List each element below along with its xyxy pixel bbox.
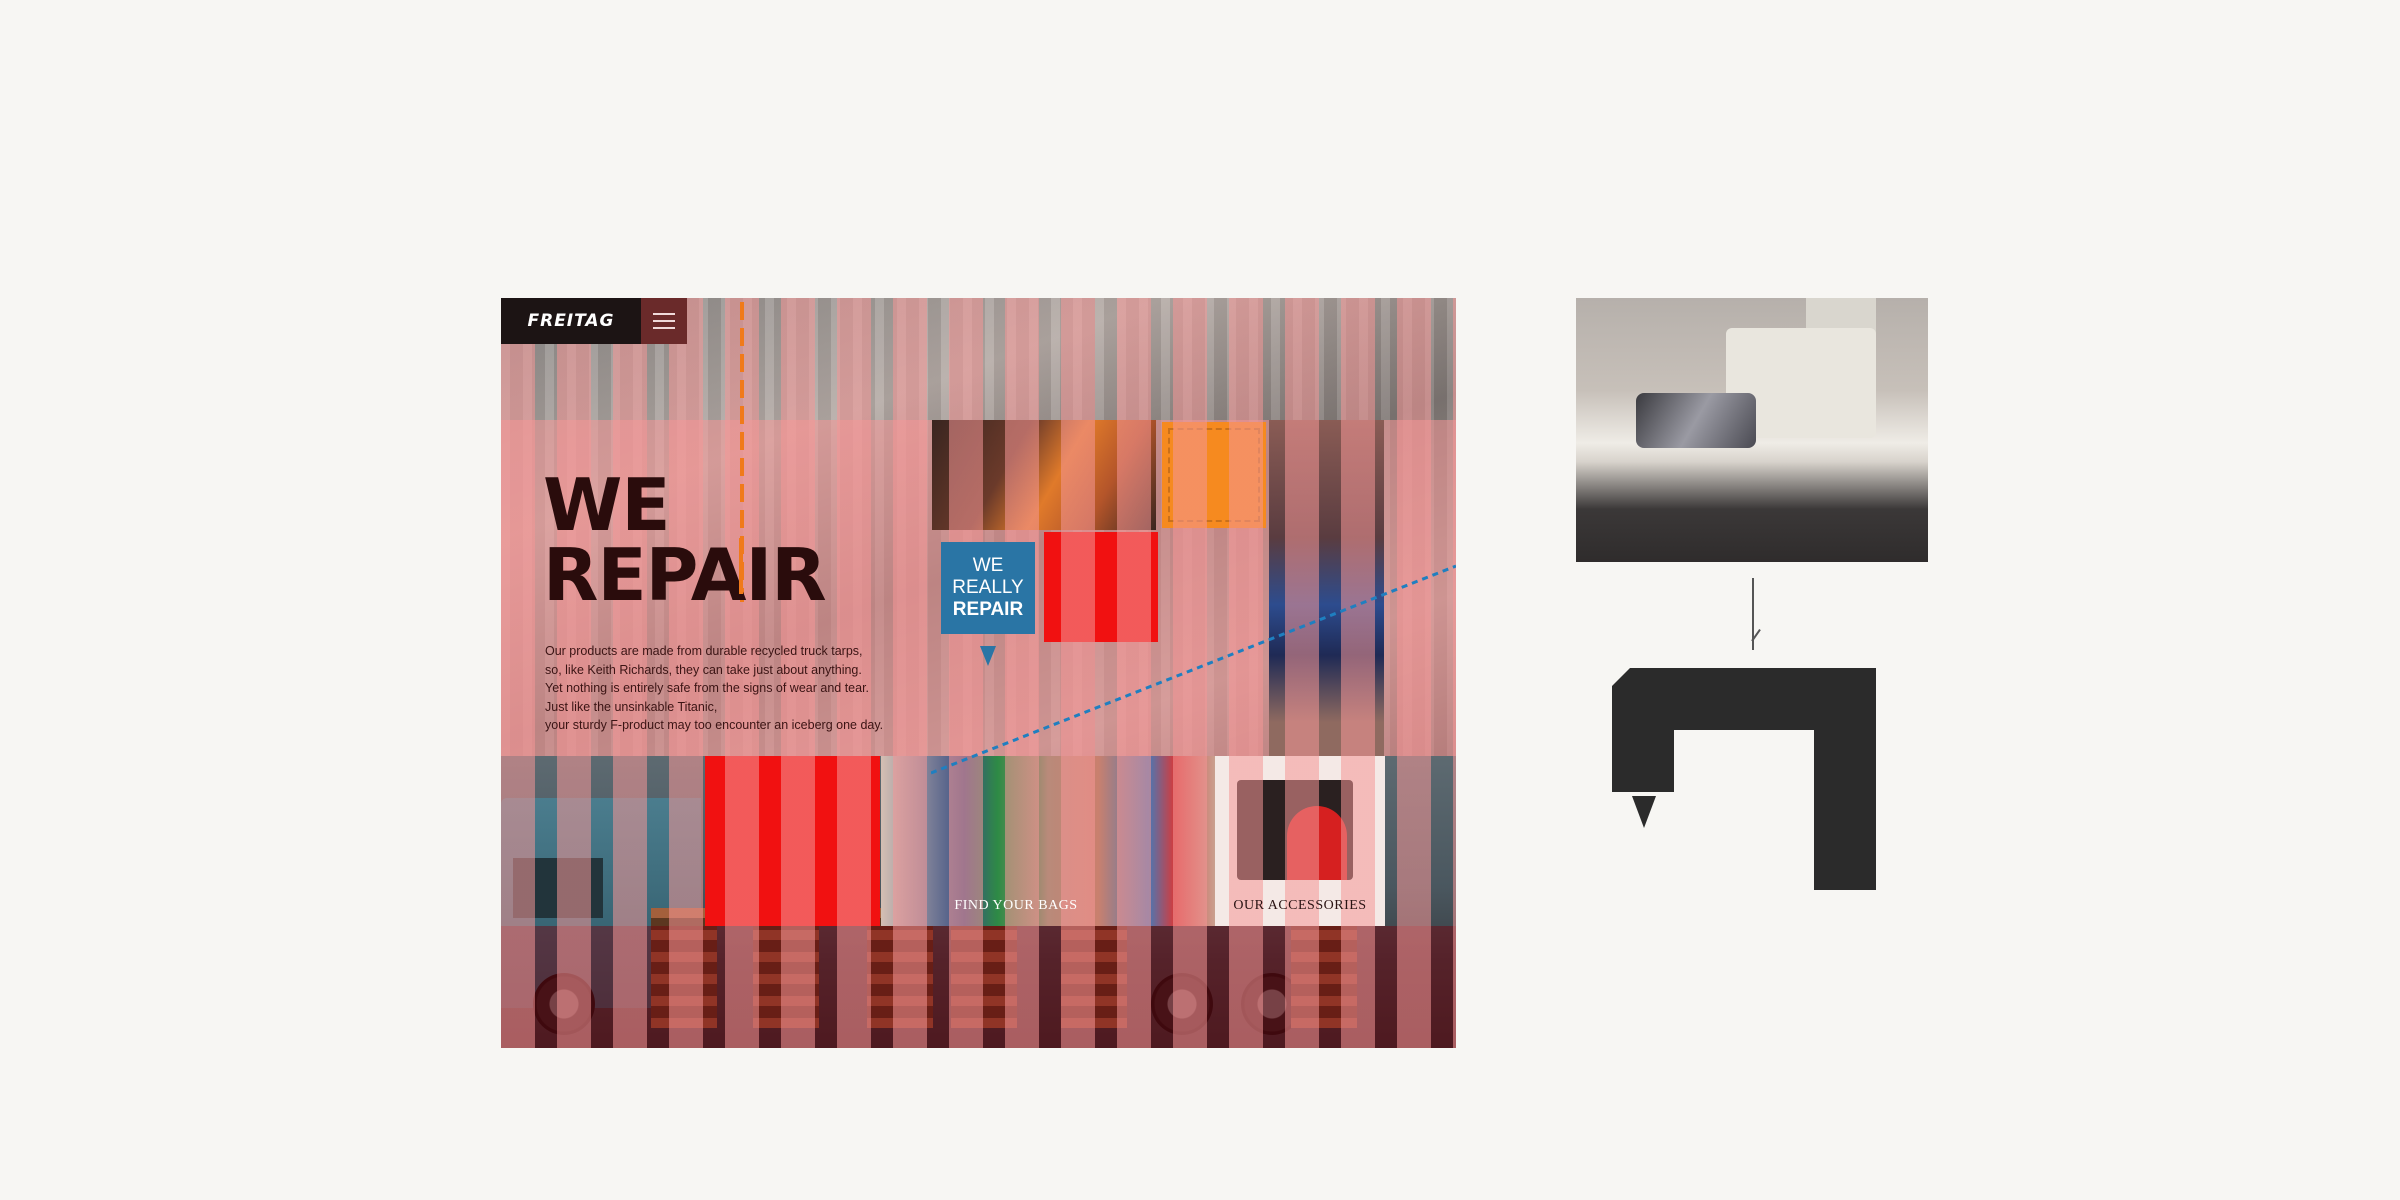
sewing-machine-photo bbox=[1576, 298, 1928, 562]
page-headline: WE REPAIR bbox=[543, 463, 827, 617]
we-really-repair-badge[interactable]: WE REALLY REPAIR bbox=[941, 542, 1035, 634]
red-square-bottom bbox=[705, 756, 880, 926]
menu-line bbox=[653, 313, 675, 315]
dark-red-overlay-band bbox=[501, 926, 1456, 1048]
headline-line-1: WE bbox=[543, 463, 671, 547]
triangle-down-icon bbox=[1632, 796, 1656, 828]
hamburger-icon[interactable] bbox=[641, 298, 687, 344]
intro-paragraph: Our products are made from durable recyc… bbox=[545, 642, 885, 735]
menu-line bbox=[653, 320, 675, 322]
repair-hands-photo bbox=[932, 420, 1156, 530]
headline-line-2: REPAIR bbox=[543, 533, 827, 617]
intro-line: so, like Keith Richards, they can take j… bbox=[545, 662, 862, 677]
intro-line: Our products are made from durable recyc… bbox=[545, 644, 863, 658]
intro-line: Just like the unsinkable Titanic, bbox=[545, 699, 718, 714]
badge-line-3: REPAIR bbox=[952, 599, 1024, 620]
website-mockup: FREITAG WE REPAIR Our products are made … bbox=[501, 298, 1456, 1048]
intro-line: your sturdy F-product may too encounter … bbox=[545, 718, 884, 732]
badge-line-1: WE bbox=[972, 555, 1004, 576]
triangle-down-icon bbox=[980, 646, 996, 666]
orange-patch-square bbox=[1162, 422, 1266, 528]
hook-shape-diagram bbox=[1612, 668, 1876, 890]
find-your-bags-link[interactable]: FIND YOUR BAGS bbox=[881, 898, 1151, 914]
truck-window bbox=[513, 858, 603, 918]
hook-shape bbox=[1612, 668, 1876, 890]
intro-line: Yet nothing is entirely safe from the si… bbox=[545, 681, 870, 695]
accessory-red-patch bbox=[1287, 806, 1347, 880]
badge-line-2: REALLY bbox=[952, 577, 1024, 598]
text-cursor-bar bbox=[739, 538, 743, 594]
our-accessories-link[interactable]: OUR ACCESSORIES bbox=[1215, 898, 1385, 914]
menu-line bbox=[653, 327, 675, 329]
machine-fabric bbox=[1636, 393, 1756, 448]
freitag-logo[interactable]: FREITAG bbox=[501, 298, 641, 344]
logo-text: FREITAG bbox=[527, 311, 615, 331]
